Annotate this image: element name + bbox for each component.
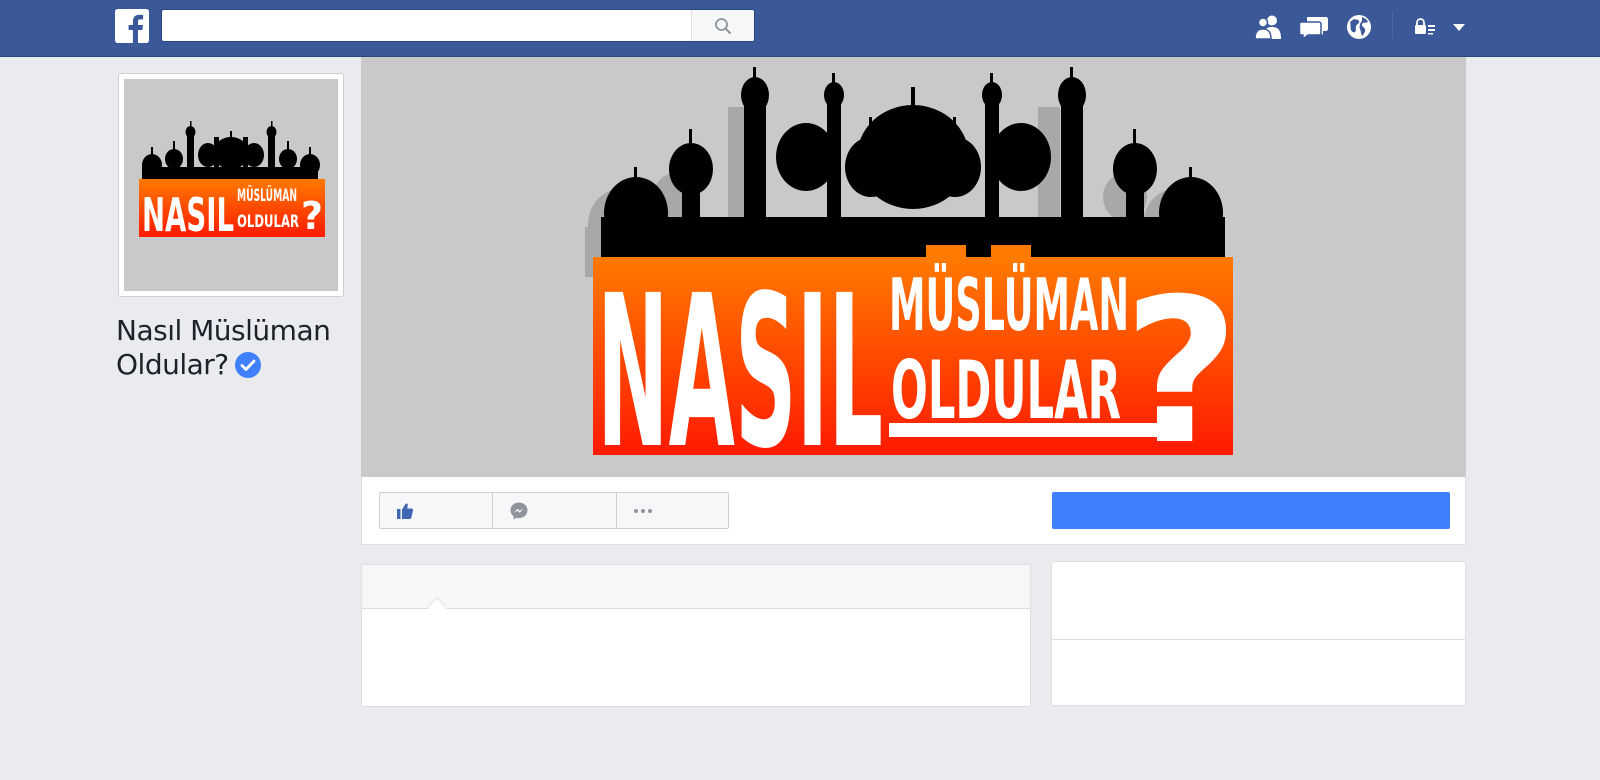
- friend-requests-icon[interactable]: [1253, 13, 1283, 41]
- caret-down-icon[interactable]: [1448, 13, 1470, 41]
- profile-picture-image: NASIL MÜSLÜMAN OLDULAR ?: [124, 79, 338, 291]
- like-button[interactable]: [380, 493, 493, 528]
- profile-logo-big-text: NASIL: [142, 188, 234, 242]
- page-title-line-1: Nasıl Müslüman: [116, 314, 331, 347]
- page-title[interactable]: Nasıl Müslüman Oldular?: [116, 314, 356, 382]
- more-options-button[interactable]: [617, 493, 728, 528]
- magnifier-icon: [715, 17, 731, 34]
- profile-logo-top-text: MÜSLÜMAN: [237, 184, 297, 206]
- verified-badge-icon: [234, 352, 261, 378]
- messages-icon[interactable]: [1299, 13, 1329, 41]
- cover-photo[interactable]: NASIL MÜSLÜMAN OLDULAR ?: [361, 57, 1466, 477]
- facebook-logo-icon[interactable]: [115, 9, 149, 43]
- page-title-line-2: Oldular?: [116, 348, 356, 382]
- composer-header: [362, 565, 1030, 617]
- search-input[interactable]: [162, 10, 692, 41]
- page-actions-group: [379, 492, 729, 529]
- top-navigation-bar: [0, 0, 1600, 57]
- cover-logo-question-mark: ?: [1123, 256, 1239, 477]
- notifications-globe-icon[interactable]: [1344, 13, 1374, 41]
- page-title-line-2-text: Oldular?: [116, 348, 229, 381]
- composer-notch: [427, 597, 447, 617]
- call-to-action-button[interactable]: [1052, 492, 1450, 529]
- search-button[interactable]: [691, 10, 754, 41]
- profile-logo-bottom-text: OLDULAR: [237, 212, 299, 232]
- side-info-card: [1051, 561, 1466, 706]
- message-button[interactable]: [493, 493, 617, 528]
- post-composer[interactable]: [361, 564, 1031, 707]
- profile-logo-question-mark: ?: [301, 194, 323, 238]
- cover-logo-big-text: NASIL: [597, 250, 883, 477]
- search-box: [161, 9, 755, 42]
- thumbs-up-icon: [397, 502, 414, 519]
- top-bar-divider: [1392, 12, 1393, 38]
- messenger-icon: [510, 502, 528, 519]
- more-dots-icon: [634, 508, 652, 513]
- page-action-bar: [361, 477, 1466, 545]
- privacy-lock-icon[interactable]: [1413, 13, 1437, 41]
- cover-logo-top-text: MÜSLÜMAN: [889, 263, 1129, 347]
- profile-picture[interactable]: NASIL MÜSLÜMAN OLDULAR ?: [118, 73, 344, 297]
- side-card-divider: [1052, 639, 1465, 640]
